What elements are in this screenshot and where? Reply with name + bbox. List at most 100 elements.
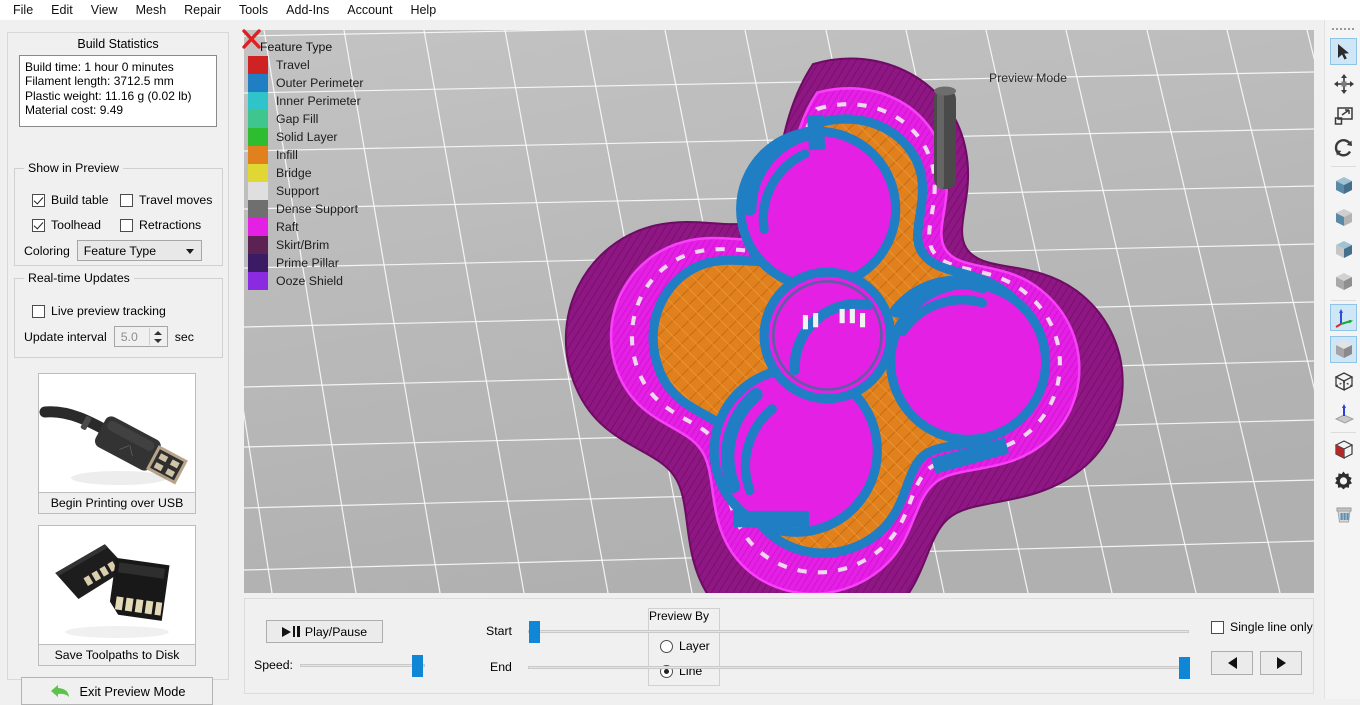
play-pause-label: Play/Pause — [305, 625, 367, 639]
solid-view-tool-button[interactable] — [1330, 336, 1357, 363]
legend-label-ooze-shield: Ooze Shield — [276, 274, 343, 288]
legend-row-prime-pillar: Prime Pillar — [248, 254, 363, 272]
cross-section-tool-button[interactable] — [1330, 436, 1357, 463]
menu-item-view[interactable]: View — [82, 1, 127, 20]
checkbox-single-line-only-box[interactable] — [1211, 621, 1224, 634]
wireframe-view-tool-button[interactable] — [1330, 368, 1357, 395]
start-slider[interactable] — [528, 630, 1189, 633]
delete-trash-tool-button[interactable] — [1330, 500, 1357, 527]
menu-item-mesh[interactable]: Mesh — [127, 1, 176, 20]
menu-item-help[interactable]: Help — [401, 1, 445, 20]
scale-icon — [1334, 106, 1354, 126]
arrow-left-icon — [1228, 657, 1237, 669]
xyz-axis-icon — [1334, 308, 1354, 328]
legend-label-raft: Raft — [276, 220, 299, 234]
settings-gear-tool-button[interactable] — [1330, 468, 1357, 495]
checkbox-toolhead-label: Toolhead — [51, 218, 101, 232]
realtime-updates-title: Real-time Updates — [24, 271, 134, 285]
view-left-tool-button[interactable] — [1330, 236, 1357, 263]
legend-label-infill: Infill — [276, 148, 298, 162]
legend-swatch-prime-pillar — [248, 254, 268, 272]
trash-icon — [1333, 503, 1355, 525]
radio-layer-label: Layer — [679, 639, 710, 653]
scale-tool-button[interactable] — [1330, 102, 1357, 129]
legend-swatch-infill — [248, 146, 268, 164]
spinner-down-icon[interactable] — [154, 339, 162, 343]
close-x-icon[interactable] — [241, 28, 263, 50]
end-slider-label: End — [490, 660, 512, 674]
move-tool-button[interactable] — [1330, 70, 1357, 97]
begin-printing-over-usb-button[interactable]: ⟋⟍ Begin Printing over USB — [38, 373, 196, 514]
start-slider-label: Start — [486, 624, 512, 638]
checkbox-retractions[interactable]: Retractions — [120, 218, 201, 232]
coloring-select[interactable]: Feature Type — [77, 240, 202, 261]
3d-viewport[interactable]: Preview Mode — [244, 30, 1314, 593]
legend-row-raft: Raft — [248, 218, 363, 236]
checkbox-toolhead-box[interactable] — [32, 219, 45, 232]
checkbox-single-line-only[interactable]: Single line only — [1211, 620, 1313, 634]
update-interval-unit: sec — [175, 330, 194, 344]
speed-slider[interactable] — [300, 664, 425, 667]
checkbox-live-preview-tracking[interactable]: Live preview tracking — [32, 304, 166, 318]
view-back-tool-button[interactable] — [1330, 204, 1357, 231]
arrow-right-icon — [1277, 657, 1286, 669]
legend-label-support: Support — [276, 184, 319, 198]
end-slider-thumb[interactable] — [1179, 657, 1190, 679]
legend-swatch-skirt-brim — [248, 236, 268, 254]
toolbar-drag-handle[interactable] — [1331, 26, 1356, 33]
save-toolpaths-to-disk-button[interactable]: Save Toolpaths to Disk — [38, 525, 196, 666]
legend-label-travel: Travel — [276, 58, 310, 72]
checkbox-retractions-label: Retractions — [139, 218, 201, 232]
select-tool-button[interactable] — [1330, 38, 1357, 65]
legend-label-solid-layer: Solid Layer — [276, 130, 338, 144]
cube-left-icon — [1333, 239, 1355, 261]
legend-swatch-outer-perimeter — [248, 74, 268, 92]
rotate-arrows-icon — [1334, 138, 1354, 158]
play-pause-icon — [282, 626, 300, 637]
start-slider-thumb[interactable] — [529, 621, 540, 643]
menu-item-account[interactable]: Account — [338, 1, 401, 20]
previous-line-button[interactable] — [1211, 651, 1253, 675]
axis-indicator-tool-button[interactable] — [1330, 304, 1357, 331]
normals-view-tool-button[interactable] — [1330, 400, 1357, 427]
coloring-row: Coloring Feature Type — [24, 240, 202, 261]
menu-item-edit[interactable]: Edit — [42, 1, 82, 20]
legend-row-dense-support: Dense Support — [248, 200, 363, 218]
view-right-tool-button[interactable] — [1330, 268, 1357, 295]
model-toolpath-preview — [244, 30, 1314, 593]
checkbox-live-preview-tracking-box[interactable] — [32, 305, 45, 318]
rotate-tool-button[interactable] — [1330, 134, 1357, 161]
save-toolpaths-to-disk-label: Save Toolpaths to Disk — [39, 645, 195, 665]
legend-label-inner-perimeter: Inner Perimeter — [276, 94, 361, 108]
show-in-preview-title: Show in Preview — [24, 161, 123, 175]
next-line-button[interactable] — [1260, 651, 1302, 675]
checkbox-retractions-box[interactable] — [120, 219, 133, 232]
menu-item-tools[interactable]: Tools — [230, 1, 277, 20]
checkbox-build-table[interactable]: Build table — [32, 193, 108, 207]
update-interval-spinner-buttons[interactable] — [149, 328, 166, 345]
view-front-tool-button[interactable] — [1330, 172, 1357, 199]
coloring-label: Coloring — [24, 244, 70, 258]
menu-item-file[interactable]: File — [4, 1, 42, 20]
exit-preview-mode-button[interactable]: Exit Preview Mode — [21, 677, 213, 705]
menu-item-add-ins[interactable]: Add-Ins — [277, 1, 338, 20]
radio-layer-circle[interactable] — [660, 640, 673, 653]
checkbox-build-table-box[interactable] — [32, 194, 45, 207]
radio-preview-by-layer[interactable]: Layer — [660, 639, 710, 653]
menu-item-repair[interactable]: Repair — [175, 1, 230, 20]
checkbox-travel-moves[interactable]: Travel moves — [120, 193, 212, 207]
spinner-up-icon[interactable] — [154, 331, 162, 335]
play-pause-button[interactable]: Play/Pause — [266, 620, 383, 643]
legend-row-ooze-shield: Ooze Shield — [248, 272, 363, 290]
legend-row-travel: Travel — [248, 56, 363, 74]
legend-swatch-solid-layer — [248, 128, 268, 146]
end-slider[interactable] — [528, 666, 1189, 669]
update-interval-stepper[interactable]: 5.0 — [114, 326, 168, 347]
checkbox-toolhead[interactable]: Toolhead — [32, 218, 101, 232]
legend-label-prime-pillar: Prime Pillar — [276, 256, 339, 270]
checkbox-travel-moves-box[interactable] — [120, 194, 133, 207]
speed-slider-thumb[interactable] — [412, 655, 423, 677]
speed-label: Speed: — [254, 658, 293, 672]
cross-section-icon — [1333, 439, 1355, 461]
checkbox-single-line-only-label: Single line only — [1230, 620, 1313, 634]
